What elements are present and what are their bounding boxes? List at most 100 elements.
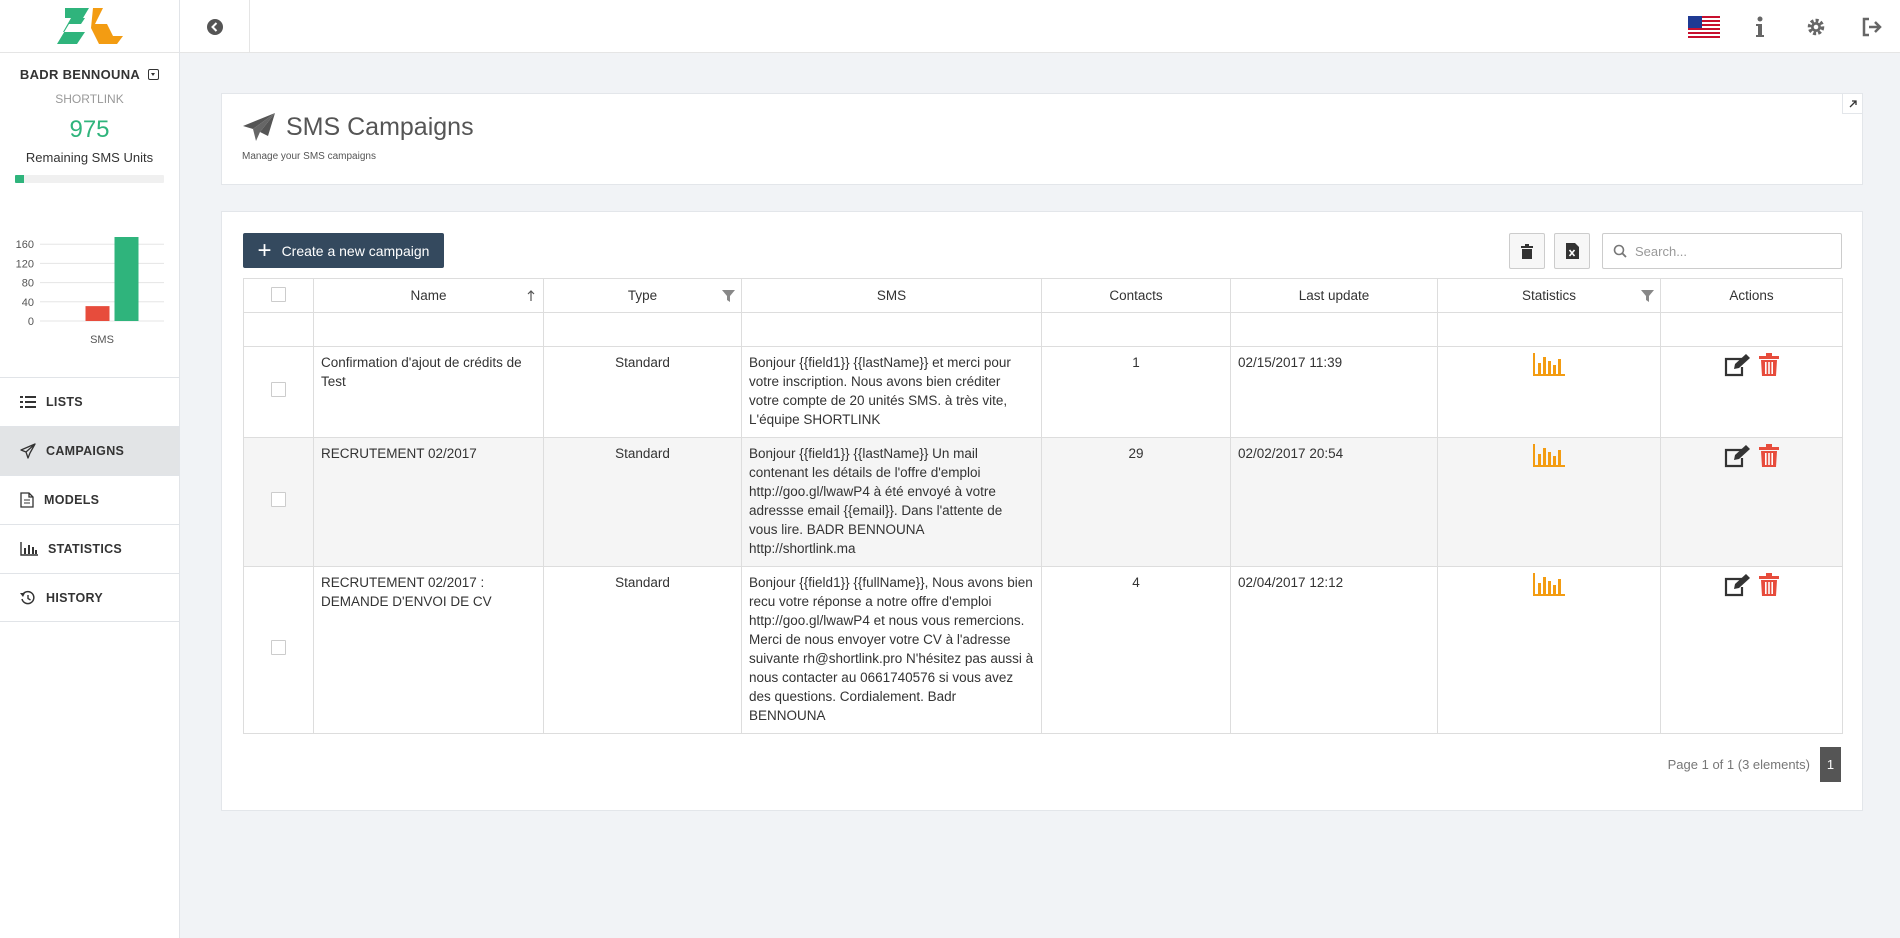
- campaign-last-update: 02/04/2017 12:12: [1230, 566, 1438, 734]
- filter-cell[interactable]: [741, 312, 1042, 347]
- language-button[interactable]: [1676, 0, 1732, 53]
- select-all-checkbox[interactable]: [271, 286, 286, 302]
- campaign-type: Standard: [543, 566, 742, 734]
- export-excel-button[interactable]: [1554, 233, 1590, 269]
- campaign-contacts: 4: [1041, 566, 1231, 734]
- sidebar-item-label: STATISTICS: [48, 542, 123, 556]
- column-label: Name: [410, 288, 447, 303]
- search-icon: [1613, 244, 1627, 258]
- settings-button[interactable]: [1788, 0, 1844, 53]
- title-wrap: SMS Campaigns: [242, 112, 474, 142]
- column-label: Type: [627, 288, 658, 303]
- delete-selected-button[interactable]: [1509, 233, 1545, 269]
- pagination: Page 1 of 1 (3 elements) 1: [1668, 747, 1841, 782]
- table-row[interactable]: Confirmation d'ajout de crédits de Test …: [243, 346, 1843, 438]
- user-profile: BADR BENNOUNA SHORTLINK 975 Remaining SM…: [0, 53, 179, 183]
- chart-x-label: SMS: [90, 334, 114, 345]
- trash-icon[interactable]: [1758, 353, 1780, 377]
- sidebar-item-campaigns[interactable]: CAMPAIGNS: [0, 426, 179, 475]
- row-select-cell: [243, 346, 314, 438]
- create-campaign-button[interactable]: + Create a new campaign: [243, 233, 444, 268]
- name-column-header[interactable]: Name: [313, 278, 544, 313]
- search-box[interactable]: [1602, 233, 1842, 269]
- trash-icon: [1521, 243, 1533, 259]
- user-menu[interactable]: BADR BENNOUNA: [0, 67, 179, 82]
- sms-column-header[interactable]: SMS: [741, 278, 1042, 313]
- page-button-1[interactable]: 1: [1820, 747, 1841, 782]
- chart-y-tick-label: 40: [22, 297, 34, 309]
- statistics-cell: [1437, 566, 1661, 734]
- filter-icon[interactable]: [722, 290, 735, 302]
- sidebar-item-label: HISTORY: [46, 590, 103, 605]
- chevron-left-circle-icon: [206, 18, 223, 35]
- filter-cell[interactable]: [1230, 312, 1438, 347]
- row-select-cell: [243, 566, 314, 734]
- actions-column-header: Actions: [1660, 278, 1843, 313]
- statistics-icon[interactable]: [1533, 444, 1565, 468]
- remaining-units-label: Remaining SMS Units: [25, 150, 154, 165]
- units-progress-bar: [15, 175, 164, 183]
- statistics-icon[interactable]: [1533, 573, 1565, 597]
- logo[interactable]: [0, 0, 179, 53]
- filter-cell[interactable]: [313, 312, 544, 347]
- sidebar: BADR BENNOUNA SHORTLINK 975 Remaining SM…: [0, 0, 180, 938]
- edit-icon[interactable]: [1724, 573, 1752, 597]
- campaigns-table: Name Type SMS Contacts Last update Stati…: [243, 278, 1843, 734]
- actions-cell: [1660, 437, 1843, 567]
- campaign-contacts: 29: [1041, 437, 1231, 567]
- row-actions: [1668, 444, 1835, 468]
- row-checkbox[interactable]: [271, 492, 286, 507]
- company-name: SHORTLINK: [55, 92, 124, 106]
- trash-icon[interactable]: [1758, 444, 1780, 468]
- trash-icon[interactable]: [1758, 573, 1780, 597]
- campaign-last-update: 02/02/2017 20:54: [1230, 437, 1438, 567]
- row-select-cell: [243, 437, 314, 567]
- sort-ascending-icon[interactable]: [527, 290, 535, 301]
- statistics-column-header[interactable]: Statistics: [1437, 278, 1661, 313]
- sidebar-item-label: CAMPAIGNS: [46, 444, 125, 458]
- filter-cell[interactable]: [1041, 312, 1231, 347]
- statistics-icon[interactable]: [1533, 353, 1565, 377]
- table-row[interactable]: RECRUTEMENT 02/2017 Standard Bonjour {{f…: [243, 437, 1843, 567]
- sidebar-item-models[interactable]: MODELS: [0, 475, 179, 524]
- info-icon: [1756, 16, 1764, 37]
- edit-icon[interactable]: [1724, 444, 1752, 468]
- last-update-column-header[interactable]: Last update: [1230, 278, 1438, 313]
- dropdown-icon[interactable]: [148, 69, 160, 80]
- type-column-header[interactable]: Type: [543, 278, 742, 313]
- row-checkbox[interactable]: [271, 640, 286, 655]
- filter-cell[interactable]: [1437, 312, 1661, 347]
- filter-cell: [243, 312, 314, 347]
- table-header-row: Name Type SMS Contacts Last update Stati…: [243, 278, 1843, 313]
- paper-plane-icon: [243, 113, 275, 141]
- filter-cell[interactable]: [543, 312, 742, 347]
- user-name: BADR BENNOUNA: [19, 67, 141, 82]
- filter-icon[interactable]: [1641, 290, 1654, 302]
- sidebar-toggle-button[interactable]: [180, 0, 250, 53]
- statistics-cell: [1437, 437, 1661, 567]
- chart-y-tick-label: 0: [28, 316, 34, 328]
- sidebar-item-lists[interactable]: LISTS: [0, 377, 179, 426]
- info-button[interactable]: [1732, 0, 1788, 53]
- fullscreen-button[interactable]: [1842, 94, 1862, 114]
- edit-icon[interactable]: [1724, 353, 1752, 377]
- sms-mini-chart: 0 40 80 120 160 SMS: [16, 237, 164, 346]
- row-checkbox[interactable]: [271, 382, 286, 397]
- filter-row: [243, 312, 1843, 347]
- logout-button[interactable]: [1844, 0, 1900, 53]
- column-label: Last update: [1298, 288, 1370, 303]
- sidebar-item-history[interactable]: HISTORY: [0, 573, 179, 622]
- campaign-sms: Bonjour {{field1}} {{fullName}}, Nous av…: [741, 566, 1042, 734]
- top-bar: [180, 0, 1900, 53]
- table-row[interactable]: RECRUTEMENT 02/2017 : DEMANDE D'ENVOI DE…: [243, 566, 1843, 734]
- list-icon: [20, 396, 36, 408]
- campaign-sms: Bonjour {{field1}} {{lastName}} Un mail …: [741, 437, 1042, 567]
- column-label: Actions: [1729, 288, 1774, 303]
- contacts-column-header[interactable]: Contacts: [1041, 278, 1231, 313]
- sidebar-item-statistics[interactable]: STATISTICS: [0, 524, 179, 573]
- filter-cell: [1660, 312, 1843, 347]
- remaining-units-value: 975: [69, 116, 110, 143]
- search-input[interactable]: [1635, 243, 1825, 259]
- actions-cell: [1660, 346, 1843, 438]
- column-label: SMS: [876, 288, 907, 303]
